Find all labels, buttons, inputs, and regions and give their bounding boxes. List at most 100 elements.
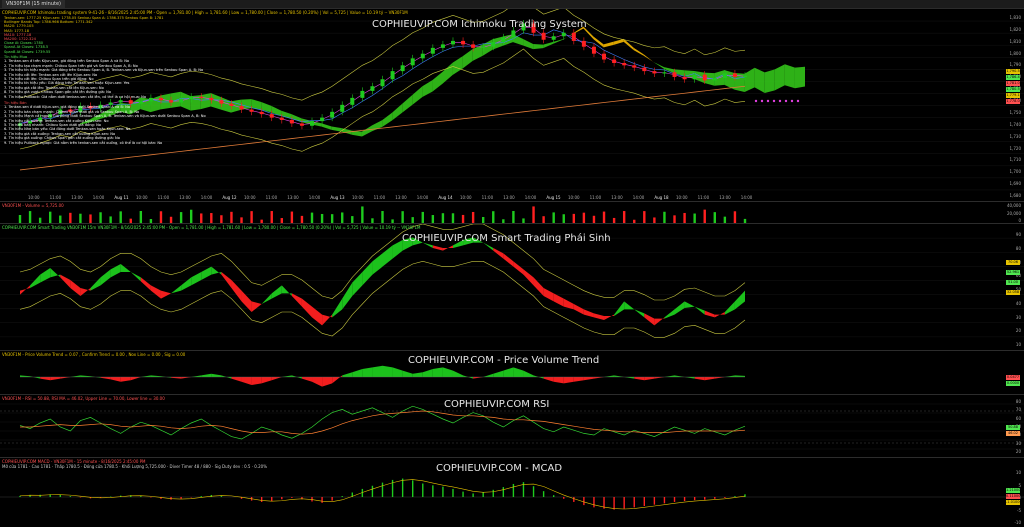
smart-fill-segment bbox=[100, 269, 111, 286]
y-tick-label: 20,000 bbox=[1007, 210, 1021, 216]
candle-body bbox=[310, 121, 315, 126]
rsi-pane[interactable]: VN30F1M - RSI = 50.88, RSI MA = 46.02, U… bbox=[0, 394, 1024, 458]
volume-bar bbox=[220, 215, 223, 223]
x-tick-label: 10:00 bbox=[28, 195, 40, 200]
y-tick-label: 20 bbox=[1015, 449, 1021, 454]
x-tick-label: 11:00 bbox=[589, 195, 602, 200]
volume-bar bbox=[290, 211, 294, 223]
pvt-fill-segment bbox=[30, 376, 41, 379]
smart-fill-segment bbox=[432, 245, 443, 251]
candle-body bbox=[571, 32, 576, 41]
smart-fill-segment bbox=[221, 272, 232, 288]
smart-header: COPHIEUVIP.COM Smart Trading VN30F1M 15m… bbox=[2, 225, 421, 230]
pvt-fill-segment bbox=[573, 377, 584, 382]
candle-body bbox=[138, 101, 143, 104]
x-tick-label: 10:00 bbox=[676, 195, 688, 200]
chart-tab[interactable]: VN30F1M (15 minute) bbox=[2, 0, 65, 8]
pvt-fill-segment bbox=[312, 377, 323, 387]
candle-body bbox=[722, 73, 727, 79]
x-tick-label: 10:00 bbox=[136, 195, 148, 200]
volume-bar bbox=[89, 214, 92, 223]
pvt-fill-segment bbox=[684, 377, 695, 379]
candle-body bbox=[632, 65, 637, 68]
pvt-fill-segment bbox=[60, 377, 71, 379]
smart-fill-segment bbox=[523, 269, 534, 286]
smart-fill-segment bbox=[704, 310, 715, 318]
x-tick-label: 14:00 bbox=[416, 195, 429, 200]
candle-body bbox=[692, 74, 697, 80]
x-tick-label: 10:00 bbox=[460, 195, 472, 200]
candle-body bbox=[158, 97, 163, 101]
pvt-fill-segment bbox=[412, 372, 423, 377]
pvt-fill-segment bbox=[20, 375, 31, 377]
x-tick-label: 14:00 bbox=[92, 195, 105, 200]
smart-fill-segment bbox=[654, 317, 665, 326]
candle-body bbox=[712, 78, 717, 81]
main-price-pane[interactable]: COPHIEUVIP.COM Ichimoku trading system 9… bbox=[0, 8, 1024, 202]
smart-trading-pane[interactable]: COPHIEUVIP.COM Smart Trading VN30F1M 15m… bbox=[0, 223, 1024, 351]
x-tick-label: 14:00 bbox=[524, 195, 537, 200]
value-label: 1,779.1 bbox=[1006, 93, 1020, 98]
ichimoku-cloud-segment bbox=[593, 36, 604, 48]
pvt-chart-title: COPHIEUVIP.COM - Price Volume Trend bbox=[408, 355, 600, 366]
value-label: 1,786.4 bbox=[1006, 75, 1020, 80]
smart-fill-segment bbox=[563, 298, 574, 310]
ichimoku-cloud-segment bbox=[462, 49, 473, 69]
smart-fill-segment bbox=[724, 301, 735, 315]
volume-pane[interactable]: VN30F1M - Volume = 5,725.00 40,000 20,000… bbox=[0, 201, 1024, 224]
ichimoku-chart[interactable] bbox=[0, 9, 1024, 202]
pvt-pane[interactable]: VN30F1M - Price Volume Trend = 0.07 , Co… bbox=[0, 350, 1024, 395]
pvt-fill-segment bbox=[694, 377, 705, 381]
value-label: 0.0477 bbox=[1006, 375, 1020, 380]
volume-bar bbox=[159, 211, 163, 223]
x-tick-label: 14:00 bbox=[200, 195, 213, 200]
indicator-line: SpanB At Closes: 1739.55 bbox=[4, 49, 51, 54]
y-tick-label: 1,690 bbox=[1009, 181, 1021, 187]
candle-body bbox=[370, 86, 375, 91]
pvt-fill-segment bbox=[150, 375, 161, 377]
smart-fill-segment bbox=[734, 290, 745, 310]
x-tick-label: Aug 14 bbox=[438, 195, 453, 200]
y-tick-label: 70 bbox=[1015, 407, 1021, 413]
projection-dot bbox=[772, 99, 776, 103]
ichimoku-cloud-segment bbox=[603, 41, 614, 48]
pvt-fill-segment bbox=[724, 375, 735, 377]
smart-fill-segment bbox=[140, 277, 151, 291]
candle-body bbox=[662, 72, 667, 74]
smart-fill-segment bbox=[513, 261, 524, 275]
ichimoku-cloud-segment bbox=[382, 112, 393, 128]
candle-body bbox=[390, 71, 395, 80]
candle-body bbox=[169, 100, 174, 103]
smart-fill-segment bbox=[332, 298, 343, 318]
pvt-fill-segment bbox=[352, 369, 363, 377]
candle-body bbox=[410, 58, 415, 66]
pvt-fill-segment bbox=[624, 377, 635, 379]
ichimoku-cloud-segment bbox=[764, 69, 775, 93]
volume-bar bbox=[109, 216, 112, 223]
pvt-fill-segment bbox=[231, 377, 242, 382]
volume-bar bbox=[300, 215, 304, 223]
smart-fill-segment bbox=[90, 277, 101, 291]
smart-fill-segment bbox=[372, 253, 383, 275]
smart-fill-segment bbox=[301, 298, 313, 318]
candle-body bbox=[289, 119, 294, 124]
rsi-chart-title: COPHIEUVIP.COM RSI bbox=[444, 399, 550, 410]
volume-chart[interactable] bbox=[0, 202, 1024, 224]
pvt-fill-segment bbox=[634, 377, 645, 381]
ichimoku-cloud-segment bbox=[402, 94, 413, 113]
volume-bar bbox=[602, 211, 606, 223]
value-label: 1,781.0 bbox=[1006, 81, 1020, 86]
smart-fill-segment bbox=[503, 253, 514, 267]
volume-bar bbox=[310, 212, 314, 223]
pvt-fill-segment bbox=[432, 367, 443, 377]
volume-bar bbox=[401, 211, 404, 223]
y-tick-label: 80 bbox=[1015, 399, 1021, 404]
macd-pane[interactable]: COPHIEUVIP.COM MACD - VN30F1M - 15 minut… bbox=[0, 457, 1024, 527]
candle-body bbox=[380, 79, 385, 87]
x-tick-label: 11:00 bbox=[697, 195, 710, 200]
pvt-fill-segment bbox=[674, 375, 685, 377]
y-tick-label: 1,810 bbox=[1009, 38, 1021, 44]
x-tick-label: 14:00 bbox=[308, 195, 321, 200]
pvt-fill-segment bbox=[442, 367, 453, 377]
ichimoku-cloud-segment bbox=[613, 38, 624, 45]
